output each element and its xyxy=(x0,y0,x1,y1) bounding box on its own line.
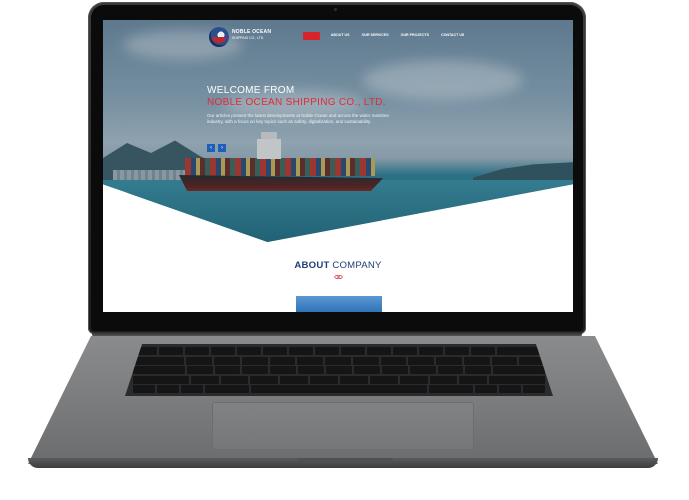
link-icon xyxy=(334,275,343,279)
hero-title: WELCOME FROM xyxy=(207,85,295,96)
about-heading: ABOUT COMPANY xyxy=(103,260,573,271)
trackpad[interactable] xyxy=(212,402,474,450)
key-row xyxy=(133,385,545,394)
about-title-bold: ABOUT xyxy=(294,260,330,271)
key-row xyxy=(133,366,545,375)
website-screen: NOBLE OCEAN SHIPPING CO., LTD. HOME ABOU… xyxy=(103,20,573,312)
nav-contact-us[interactable]: CONTACT US xyxy=(440,32,465,40)
key-row xyxy=(132,375,546,384)
nav-home[interactable]: HOME xyxy=(303,32,320,40)
key-row xyxy=(133,356,546,365)
key-row xyxy=(133,347,545,355)
main-nav: HOME ABOUT US OUR SERVICES OUR PROJECTS … xyxy=(303,32,465,40)
about-image xyxy=(296,296,382,312)
logo-subtitle[interactable]: SHIPPING CO., LTD. xyxy=(232,36,264,41)
keyboard-keys xyxy=(132,347,546,394)
hero-banner xyxy=(103,20,573,242)
nav-our-services[interactable]: OUR SERVICES xyxy=(361,32,390,40)
hero-description: Our articles present the latest developm… xyxy=(207,113,389,125)
nav-our-projects[interactable]: OUR PROJECTS xyxy=(400,32,430,40)
chevron-left-icon: ‹ xyxy=(210,145,212,151)
logo-icon[interactable] xyxy=(209,27,229,47)
hero-overlay xyxy=(103,20,573,242)
laptop-notch xyxy=(297,458,393,462)
slider-prev-button[interactable]: ‹ xyxy=(207,144,215,152)
chevron-right-icon: › xyxy=(221,145,223,151)
nav-about-us[interactable]: ABOUT US xyxy=(330,32,351,40)
hero-company-name: NOBLE OCEAN SHIPPING CO., LTD. xyxy=(207,97,386,108)
slider-next-button[interactable]: › xyxy=(218,144,226,152)
keyboard xyxy=(125,344,553,396)
about-title-rest: COMPANY xyxy=(332,260,382,271)
laptop-mockup: NOBLE OCEAN SHIPPING CO., LTD. HOME ABOU… xyxy=(0,0,689,500)
camera-icon xyxy=(334,8,337,11)
logo-name[interactable]: NOBLE OCEAN xyxy=(232,29,271,35)
